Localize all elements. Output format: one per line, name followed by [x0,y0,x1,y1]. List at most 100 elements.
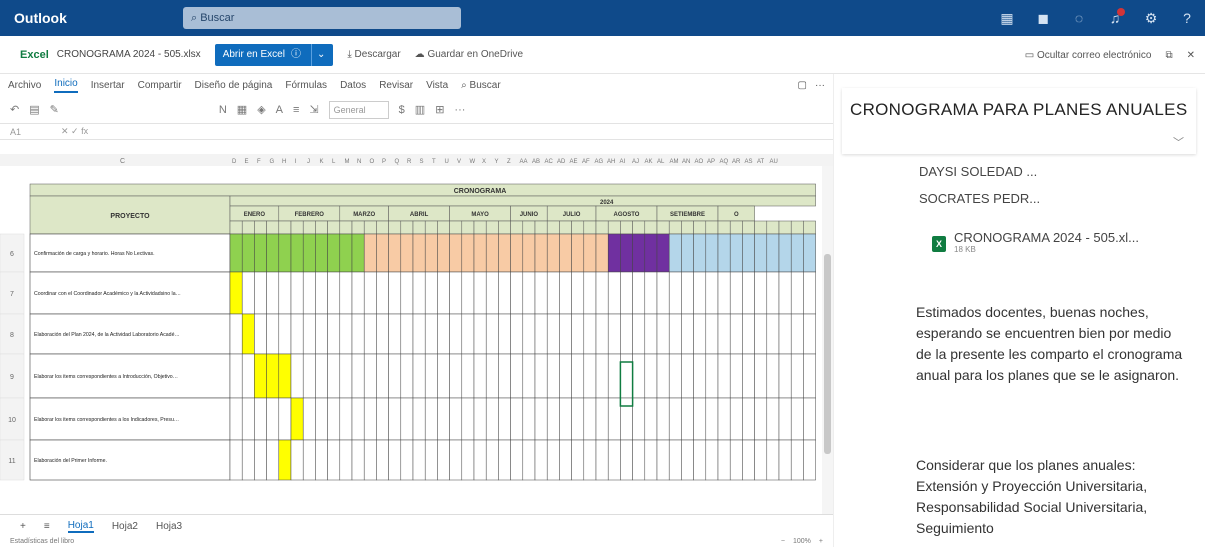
schedule-cell [266,439,280,481]
toolbar-more-icon[interactable]: ··· [454,104,465,116]
add-sheet-icon[interactable]: + [20,521,26,532]
schedule-cell [668,313,682,355]
schedule-cell [632,397,646,441]
gear-icon[interactable]: ⚙ [1133,10,1169,27]
zoom-in-icon[interactable]: + [819,538,823,545]
borders-icon[interactable]: ▦ [237,103,247,116]
popout-icon[interactable]: ⧉ [1165,50,1172,61]
schedule-cell [302,233,316,273]
schedule-cell [473,313,487,355]
tab-inicio[interactable]: Inicio [54,78,78,93]
tab-insertar[interactable]: Insertar [91,80,125,91]
schedule-cell [400,271,414,315]
schedule-cell [510,271,524,315]
tab-vista[interactable]: Vista [426,80,448,91]
tab-diseno[interactable]: Diseño de página [195,80,273,91]
schedule-cell [790,353,804,399]
schedule-cell [254,353,267,399]
week-cell [376,220,389,235]
bell-icon[interactable]: ♫ [1097,8,1133,26]
schedule-cell [790,397,804,441]
open-in-excel-button[interactable]: Abrir en Excel ⓘ ⌄ [214,43,334,66]
attachment-card[interactable]: X CRONOGRAMA 2024 - 505.xl... 18 KB [932,224,1172,270]
chevron-down-icon[interactable]: ⌄ [310,43,325,66]
week-cell [790,220,804,235]
wrap-icon[interactable]: ⇲ [309,103,318,116]
font-color-icon[interactable]: A [276,104,283,116]
currency-icon[interactable]: $ [399,104,405,116]
column-header-label: AI [620,159,626,165]
tab-archivo[interactable]: Archivo [8,80,41,91]
bulb-icon[interactable]: ◌ [1061,10,1097,26]
tab-compartir[interactable]: Compartir [138,80,182,91]
ribbon-search[interactable]: ⌕ Buscar [461,80,501,91]
zoom-out-icon[interactable]: − [781,538,785,545]
schedule-cell [522,271,536,315]
insert-icon[interactable]: ⊞ [435,103,444,116]
week-cell [534,220,548,235]
close-icon[interactable]: ✕ [1187,50,1195,61]
schedule-cell [412,271,426,315]
schedule-cell [424,397,438,441]
format-painter-icon[interactable]: ✎ [50,103,59,116]
download-button[interactable]: ⤓ Descargar [347,49,400,60]
name-box[interactable]: A1 [10,127,21,137]
week-cell [803,220,816,235]
bold-icon[interactable]: N [219,104,227,116]
schedule-cell [485,397,499,441]
sheet-tab-3[interactable]: Hoja3 [156,521,182,532]
column-header-label: AU [770,159,778,165]
schedule-cell [571,397,585,441]
recipient[interactable]: DAYSI SOLEDAD ... [919,164,1037,179]
schedule-cell [400,233,414,273]
column-header-label: U [445,159,449,165]
schedule-cell [229,439,243,481]
formula-bar[interactable]: A1 ✕ ✓ fx [0,124,833,140]
week-cell [461,220,475,235]
comment-icon[interactable]: ▢ [798,80,807,91]
excel-viewer: Archivo Inicio Insertar Compartir Diseño… [0,74,833,547]
app-brand[interactable]: Outlook [14,10,184,26]
align-icon[interactable]: ≡ [293,104,299,116]
schedule-cell [400,397,414,441]
schedule-cell [363,353,377,399]
week-cell [632,220,646,235]
sheet-canvas[interactable]: C D E F G H I J K L M N O P Q R S T U V W X Y Z AA AB AC AD AE AF AG AH… [0,154,833,514]
week-cell [351,220,365,235]
hide-email-button[interactable]: ▭ Ocultar correo electrónico [1025,50,1152,61]
table-icon[interactable]: ▥ [415,103,425,116]
schedule-cell [766,271,780,315]
tab-datos[interactable]: Datos [340,80,366,91]
schedule-cell [656,397,670,441]
sheet-tabs: + ≡ Hoja1 Hoja2 Hoja3 [0,514,833,538]
more-icon[interactable]: ··· [815,80,825,91]
sheet-tab-2[interactable]: Hoja2 [112,521,138,532]
schedule-cell [376,439,389,481]
help-icon[interactable]: ? [1169,10,1205,26]
search-input[interactable]: ⌕ Buscar [183,7,461,29]
tab-formulas[interactable]: Fórmulas [285,80,327,91]
teams-icon[interactable]: ◼ [1025,10,1061,27]
undo-icon[interactable]: ↶ [10,103,19,116]
save-onedrive-button[interactable]: ☁ Guardar en OneDrive [415,49,523,60]
schedule-cell [363,313,377,355]
chevron-down-icon[interactable]: ﹀ [1173,134,1184,150]
tab-revisar[interactable]: Revisar [379,80,413,91]
number-format-select[interactable]: General [328,100,389,119]
schedule-cell [729,313,743,355]
schedule-cell [376,397,389,441]
week-cell [681,220,694,235]
all-sheets-icon[interactable]: ≡ [44,521,50,532]
apps-icon[interactable]: ▦ [989,10,1025,27]
schedule-cell [302,439,316,481]
column-header-label: K [320,159,324,165]
schedule-cell [449,313,463,355]
fill-color-icon[interactable]: ◈ [257,103,265,116]
spreadsheet-grid[interactable]: C D E F G H I J K L M N O P Q R S T U V W X Y Z AA AB AC AD AE AF AG AH… [0,154,833,514]
month-label: O [734,212,739,218]
schedule-cell [510,353,524,399]
schedule-cell [400,439,414,481]
recipient[interactable]: SOCRATES PEDR... [919,191,1040,206]
paste-icon[interactable]: ▤ [29,103,39,116]
sheet-tab-1[interactable]: Hoja1 [67,520,94,533]
